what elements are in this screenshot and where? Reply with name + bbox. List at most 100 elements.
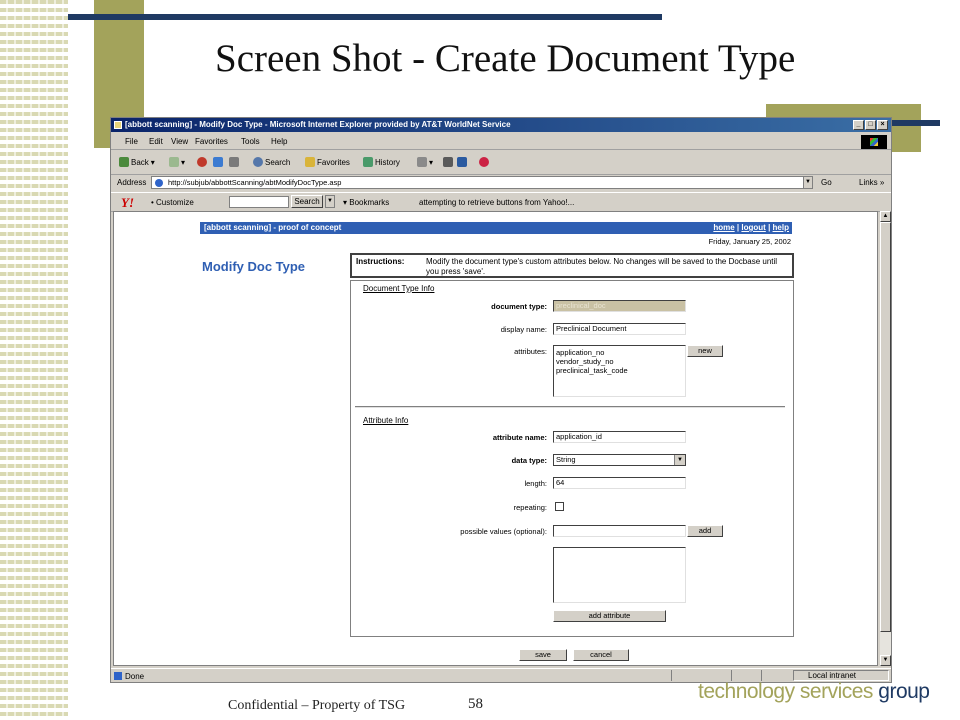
status-text: Done	[125, 672, 145, 681]
add-value-button[interactable]: add	[687, 525, 723, 537]
back-button[interactable]: Back ▾	[119, 157, 155, 167]
chevron-down-icon: ▼	[674, 455, 685, 465]
length-field[interactable]: 64	[553, 477, 686, 489]
home-button[interactable]	[229, 157, 239, 167]
new-attribute-button[interactable]: new	[687, 345, 723, 357]
menu-help[interactable]: Help	[271, 137, 287, 146]
navy-top-rule	[68, 14, 662, 20]
minimize-button[interactable]: _	[853, 120, 864, 130]
save-button[interactable]: save	[519, 649, 567, 661]
favorites-icon	[305, 157, 315, 167]
yahoo-bookmarks[interactable]: ▾ Bookmarks	[343, 198, 389, 207]
footer-confidential: Confidential – Property of TSG	[228, 698, 406, 713]
length-label: length:	[524, 479, 547, 488]
page-heading: Modify Doc Type	[202, 259, 306, 274]
instructions-label: Instructions:	[356, 257, 405, 266]
go-button[interactable]: Go	[821, 178, 832, 187]
app-header-title: [abbott scanning] - proof of concept	[204, 223, 342, 232]
display-name-field[interactable]: Preclinical Document	[553, 323, 686, 335]
yahoo-logo[interactable]: Y!	[121, 195, 134, 211]
mail-button[interactable]: ▾	[417, 157, 433, 167]
cancel-button[interactable]: cancel	[573, 649, 629, 661]
left-decorative-stripes	[0, 0, 68, 720]
windows-logo-icon	[861, 135, 887, 149]
vertical-scrollbar[interactable]: ▲ ▼	[880, 211, 891, 666]
menu-favorites[interactable]: Favorites	[195, 137, 228, 146]
zone-text: Local intranet	[808, 671, 857, 680]
data-type-select[interactable]: String ▼	[553, 454, 686, 466]
forward-icon	[169, 157, 179, 167]
home-icon	[229, 157, 239, 167]
links-button[interactable]: Links »	[859, 178, 884, 187]
attribute-option[interactable]: vendor_study_no	[556, 357, 683, 366]
search-button[interactable]: Search	[253, 157, 290, 167]
nav-logout-link[interactable]: logout	[741, 223, 765, 232]
attribute-name-field[interactable]: application_id	[553, 431, 686, 443]
page-content: [abbott scanning] - proof of concept hom…	[113, 211, 878, 666]
history-icon	[363, 157, 373, 167]
nav-home-link[interactable]: home	[713, 223, 734, 232]
browser-title: [abbott scanning] - Modify Doc Type - Mi…	[125, 120, 511, 129]
address-url: http://subjub/abbottScanning/abtModifyDo…	[168, 178, 342, 187]
attributes-label: attributes:	[514, 347, 547, 356]
yahoo-search-button[interactable]: Search	[291, 195, 323, 208]
add-attribute-button[interactable]: add attribute	[553, 610, 666, 622]
slide-title: Screen Shot - Create Document Type	[215, 37, 796, 80]
messenger-button[interactable]	[479, 157, 489, 167]
edit-icon	[457, 157, 467, 167]
data-type-label: data type:	[511, 456, 547, 465]
refresh-icon	[213, 157, 223, 167]
page-number: 58	[468, 696, 483, 712]
menu-view[interactable]: View	[171, 137, 188, 146]
attr-section-title: Attribute Info	[363, 416, 409, 425]
edit-button[interactable]	[457, 157, 467, 167]
scroll-up-arrow[interactable]: ▲	[880, 211, 891, 222]
address-bar: Address http://subjub/abbottScanning/abt…	[111, 175, 891, 191]
yahoo-toolbar: Y! • Customize Search ▼ ▾ Bookmarks atte…	[111, 192, 891, 212]
attribute-option[interactable]: preclinical_task_code	[556, 366, 683, 375]
address-input[interactable]: http://subjub/abbottScanning/abtModifyDo…	[151, 176, 811, 189]
possible-values-label: possible values (optional):	[460, 527, 547, 536]
print-icon	[443, 157, 453, 167]
forward-button[interactable]: ▾	[169, 157, 185, 167]
possible-values-list[interactable]	[553, 547, 686, 603]
brand-logo: technology services group	[698, 680, 930, 703]
possible-values-field[interactable]	[553, 525, 686, 537]
browser-window: [abbott scanning] - Modify Doc Type - Mi…	[110, 117, 892, 683]
menu-bar: File Edit View Favorites Tools Help	[111, 134, 891, 150]
yahoo-customize[interactable]: • Customize	[151, 198, 194, 207]
attribute-name-label: attribute name:	[492, 433, 547, 442]
close-button[interactable]: ×	[877, 120, 888, 130]
address-dropdown[interactable]: ▼	[803, 176, 813, 189]
menu-edit[interactable]: Edit	[149, 137, 163, 146]
yahoo-search-input[interactable]	[229, 196, 289, 208]
app-header: [abbott scanning] - proof of concept hom…	[200, 222, 792, 234]
stop-button[interactable]	[197, 157, 207, 167]
document-type-label: document type:	[491, 302, 547, 311]
status-divider	[671, 670, 672, 681]
menu-tools[interactable]: Tools	[241, 137, 260, 146]
repeating-label: repeating:	[513, 503, 547, 512]
history-button[interactable]: History	[363, 157, 400, 167]
yahoo-status-text: attempting to retrieve buttons from Yaho…	[419, 198, 575, 207]
address-label: Address	[117, 178, 147, 187]
maximize-button[interactable]: □	[865, 120, 876, 130]
attributes-listbox[interactable]: application_no vendor_study_no preclinic…	[553, 345, 686, 397]
doc-type-section-title: Document Type Info	[363, 284, 435, 293]
ie-icon	[114, 121, 122, 129]
scroll-thumb[interactable]	[880, 222, 891, 632]
menu-file[interactable]: File	[125, 137, 138, 146]
favorites-button[interactable]: Favorites	[305, 157, 350, 167]
yahoo-search-dropdown[interactable]: ▼	[325, 195, 335, 208]
scroll-down-arrow[interactable]: ▼	[880, 655, 891, 666]
attribute-option[interactable]: application_no	[556, 348, 683, 357]
refresh-button[interactable]	[213, 157, 223, 167]
display-name-label: display name:	[500, 325, 547, 334]
instructions-text: Modify the document type's custom attrib…	[426, 257, 778, 276]
stop-icon	[197, 157, 207, 167]
app-date: Friday, January 25, 2002	[708, 237, 791, 246]
repeating-checkbox[interactable]	[555, 502, 564, 511]
print-button[interactable]	[443, 157, 453, 167]
nav-help-link[interactable]: help	[773, 223, 789, 232]
page-icon	[155, 179, 163, 187]
